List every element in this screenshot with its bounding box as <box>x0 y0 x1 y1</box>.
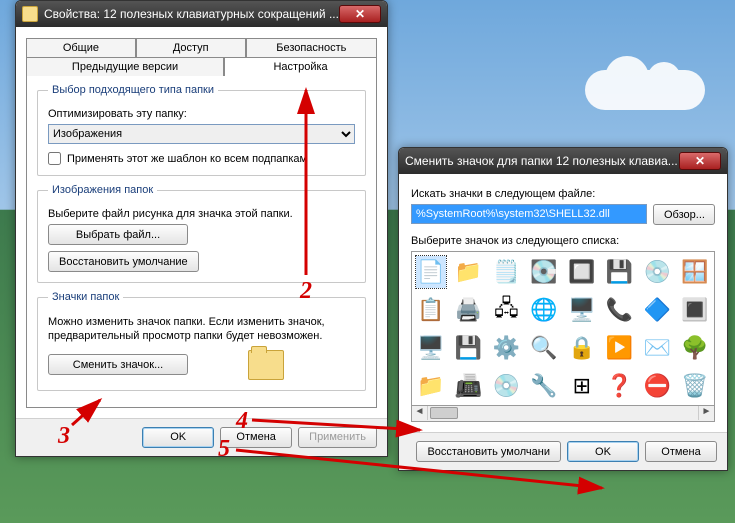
tab-strip: Общие Доступ Безопасность Предыдущие вер… <box>26 37 377 408</box>
folder-icon <box>22 6 38 22</box>
ok-button[interactable]: OK <box>142 427 214 448</box>
group-folder-pictures-legend: Изображения папок <box>48 184 157 196</box>
label-choose-file: Выберите файл рисунка для значка этой па… <box>48 208 355 220</box>
tab-customize[interactable]: Настройка <box>224 57 377 76</box>
monitor-icon[interactable]: 🖥️ <box>567 294 597 326</box>
cd-icon[interactable]: 💿 <box>643 256 673 288</box>
change-icon-button[interactable]: Сменить значок... <box>48 354 188 375</box>
group-folder-icons: Значки папок Можно изменить значок папки… <box>37 291 366 391</box>
tab-previous-versions[interactable]: Предыдущие версии <box>26 57 224 76</box>
app-icon[interactable]: 🔷 <box>643 294 673 326</box>
stop-icon[interactable]: ⛔ <box>643 370 673 402</box>
tab-panel-customize: Выбор подходящего типа папки Оптимизиров… <box>26 75 377 408</box>
search-icon[interactable]: 🔍 <box>529 332 559 364</box>
group-folder-pictures: Изображения папок Выберите файл рисунка … <box>37 184 366 283</box>
checkbox-apply-subfolders-label: Применять этот же шаблон ко всем подпапк… <box>67 153 307 165</box>
window-title: Свойства: 12 полезных клавиатурных сокра… <box>44 7 339 21</box>
scroll-left-arrow[interactable]: ◄ <box>412 406 428 420</box>
chip-icon[interactable]: 🔲 <box>567 256 597 288</box>
tiles-icon[interactable]: 🔳 <box>680 294 710 326</box>
dialog-button-row: OK Отмена Применить <box>16 418 387 456</box>
close-button[interactable]: ✕ <box>339 5 381 23</box>
combo-optimize[interactable]: Изображения <box>48 124 355 144</box>
label-optimize: Оптимизировать эту папку: <box>48 108 355 120</box>
printer-icon[interactable]: 🖨️ <box>454 294 484 326</box>
dialog-button-row: Восстановить умолчани OK Отмена <box>399 432 727 470</box>
network-icon[interactable]: 🖧 <box>492 294 522 326</box>
desktop-cloud <box>585 70 705 110</box>
titlebar[interactable]: Сменить значок для папки 12 полезных кла… <box>399 148 727 174</box>
phone-icon[interactable]: 📞 <box>605 294 635 326</box>
close-button[interactable]: ✕ <box>679 152 721 170</box>
folder-preview-icon <box>248 350 284 380</box>
screen-icon[interactable]: 🖥️ <box>416 332 446 364</box>
tab-security[interactable]: Безопасность <box>246 38 377 57</box>
cancel-button[interactable]: Отмена <box>220 427 292 448</box>
document-icon[interactable]: 📄 <box>416 256 446 288</box>
restore-defaults-button[interactable]: Восстановить умолчани <box>416 441 561 462</box>
bin-icon[interactable]: 🗑️ <box>680 370 710 402</box>
group-folder-icons-legend: Значки папок <box>48 291 123 303</box>
label-icon-path: Искать значки в следующем файле: <box>411 188 715 200</box>
tree-icon[interactable]: 🌳 <box>680 332 710 364</box>
change-icon-window: Сменить значок для папки 12 полезных кла… <box>398 147 728 471</box>
group-folder-type: Выбор подходящего типа папки Оптимизиров… <box>37 84 366 176</box>
letter-icon[interactable]: ✉️ <box>643 332 673 364</box>
window-icon[interactable]: 🪟 <box>680 256 710 288</box>
label-icon-list: Выберите значок из следующего списка: <box>411 235 715 247</box>
icon-path-input[interactable] <box>411 204 647 224</box>
scroll-thumb[interactable] <box>430 407 458 419</box>
play-icon[interactable]: ▶️ <box>605 332 635 364</box>
disc-icon[interactable]: 💿 <box>492 370 522 402</box>
titlebar[interactable]: Свойства: 12 полезных клавиатурных сокра… <box>16 1 387 27</box>
restore-default-picture-button[interactable]: Восстановить умолчание <box>48 251 199 272</box>
lock-icon[interactable]: 🔒 <box>567 332 597 364</box>
scroll-right-arrow[interactable]: ► <box>698 406 714 420</box>
folder2-icon[interactable]: 📁 <box>416 370 446 402</box>
drive-icon[interactable]: 💽 <box>529 256 559 288</box>
group-folder-type-legend: Выбор подходящего типа папки <box>48 84 218 96</box>
properties-window: Свойства: 12 полезных клавиатурных сокра… <box>15 0 388 457</box>
page-icon[interactable]: 🗒️ <box>492 256 522 288</box>
icon-list-scrollbar[interactable]: ◄ ► <box>411 406 715 422</box>
drive2-icon[interactable]: 💾 <box>605 256 635 288</box>
cancel-button[interactable]: Отмена <box>645 441 717 462</box>
gear-icon[interactable]: ⚙️ <box>492 332 522 364</box>
tab-sharing[interactable]: Доступ <box>136 38 246 57</box>
apply-button[interactable]: Применить <box>298 427 377 448</box>
choose-file-button[interactable]: Выбрать файл... <box>48 224 188 245</box>
icon-list[interactable]: 📄 📁 🗒️ 💽 🔲 💾 💿 🪟 📋 🖨️ 🖧 🌐 🖥️ 📞 🔷 🔳 <box>411 251 715 406</box>
floppy-icon[interactable]: 💾 <box>454 332 484 364</box>
tool-icon[interactable]: 🔧 <box>529 370 559 402</box>
grid-icon[interactable]: ⊞ <box>567 370 597 402</box>
window-title: Сменить значок для папки 12 полезных кла… <box>405 154 679 168</box>
scanner-icon[interactable]: 📠 <box>454 370 484 402</box>
tab-general[interactable]: Общие <box>26 38 136 57</box>
label-change-icon-desc: Можно изменить значок папки. Если измени… <box>48 315 355 344</box>
folder-icon[interactable]: 📁 <box>454 256 484 288</box>
list-icon[interactable]: 📋 <box>416 294 446 326</box>
browse-button[interactable]: Обзор... <box>653 204 715 225</box>
globe-icon[interactable]: 🌐 <box>529 294 559 326</box>
checkbox-apply-subfolders[interactable] <box>48 152 61 165</box>
help-icon[interactable]: ❓ <box>605 370 635 402</box>
ok-button[interactable]: OK <box>567 441 639 462</box>
